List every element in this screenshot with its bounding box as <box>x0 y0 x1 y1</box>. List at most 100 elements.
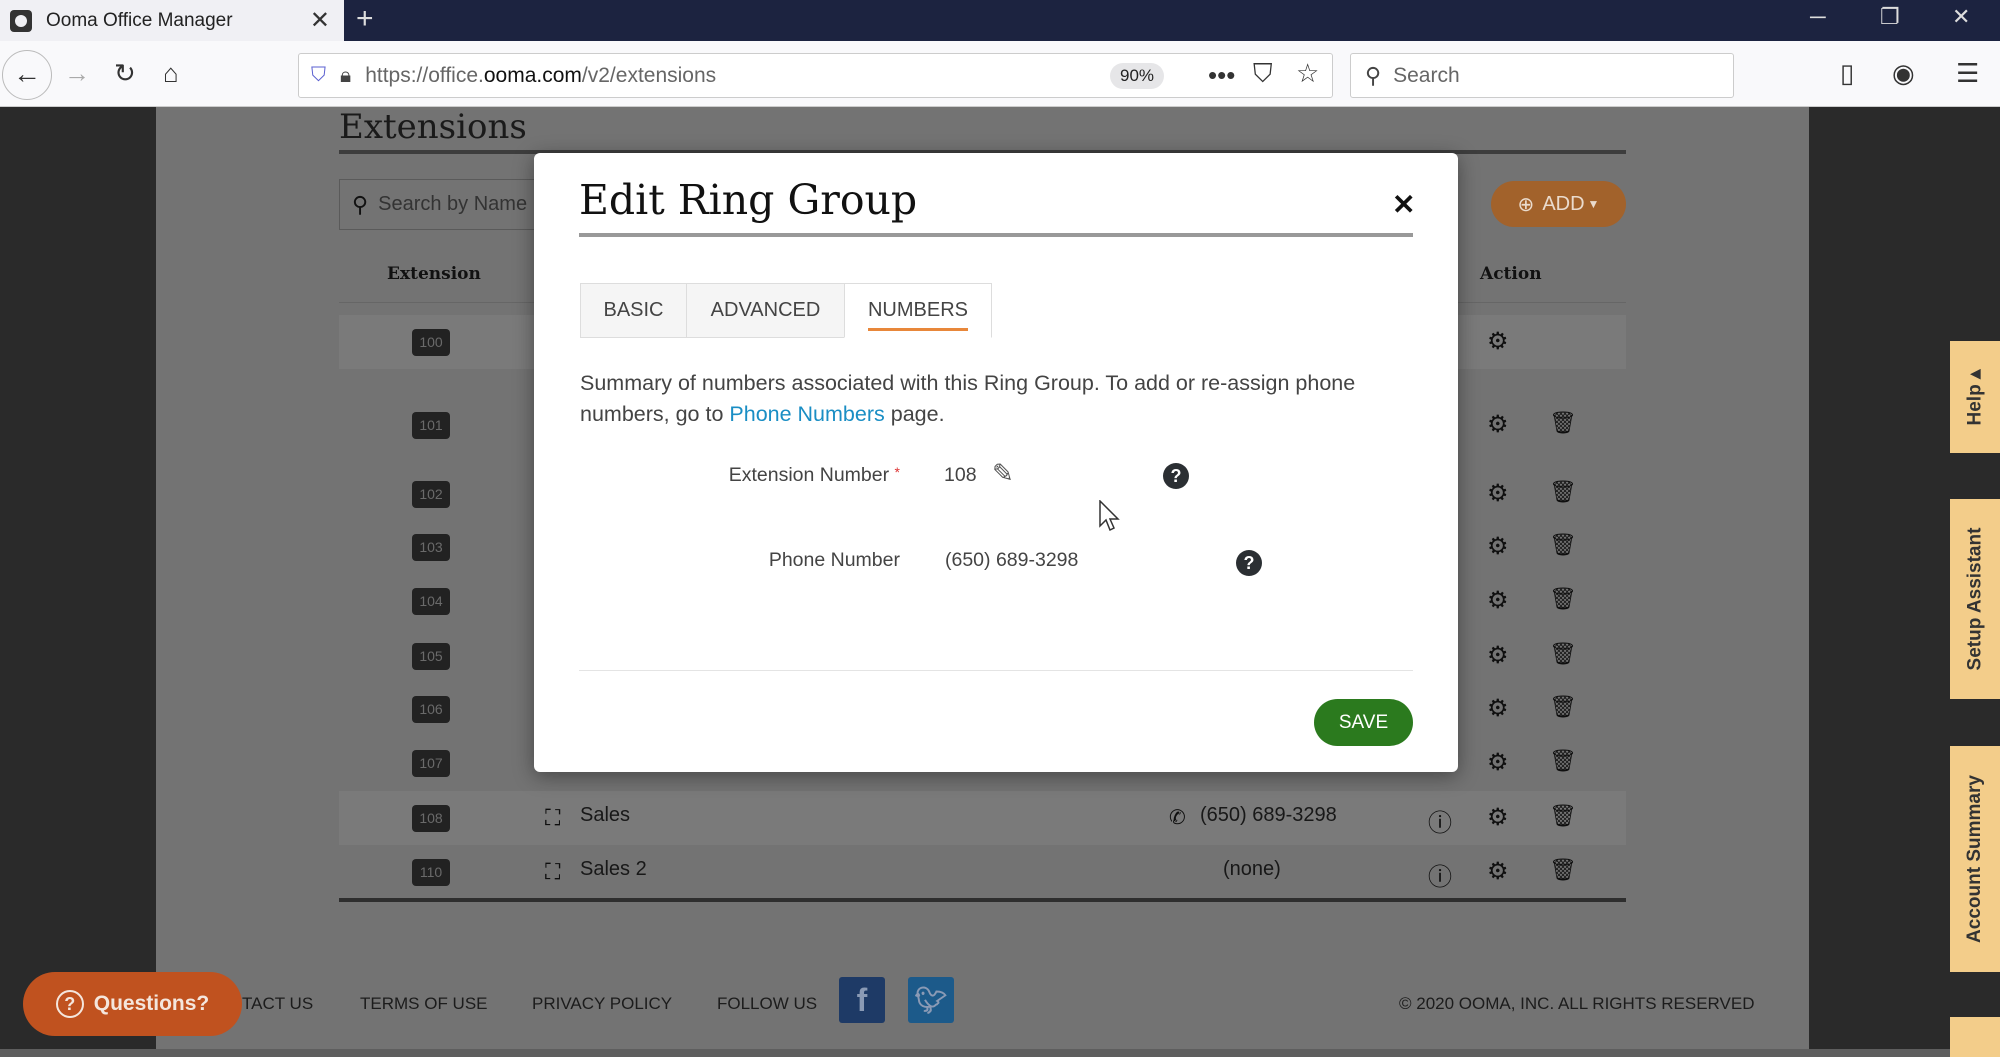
footer-privacy-link[interactable]: PRIVACY POLICY <box>532 994 672 1014</box>
footer-terms-link[interactable]: TERMS OF USE <box>360 994 488 1014</box>
extension-badge: 106 <box>412 696 450 723</box>
trash-icon[interactable]: 🗑︎ <box>1549 857 1577 883</box>
modal-footer-divider <box>579 670 1413 671</box>
pencil-edit-icon[interactable]: ✎ <box>992 458 1014 489</box>
modal-title: Edit Ring Group <box>579 176 918 224</box>
search-icon: ⚲ <box>1365 62 1382 88</box>
home-icon[interactable]: ⌂ <box>163 60 179 86</box>
row-number: (none) <box>1223 858 1281 880</box>
trash-icon[interactable]: 🗑︎ <box>1549 748 1577 774</box>
gear-icon[interactable]: ⚙ <box>1487 410 1509 439</box>
questions-label: Questions? <box>93 992 210 1015</box>
lock-icon: 🔒︎ <box>340 63 352 87</box>
phone-numbers-link[interactable]: Phone Numbers <box>729 402 884 426</box>
back-icon[interactable]: ← <box>2 50 52 100</box>
close-icon[interactable]: ✕ <box>1392 188 1415 221</box>
browser-tab[interactable]: Ooma Office Manager ✕ <box>0 0 344 41</box>
ooma-favicon-icon <box>10 9 32 32</box>
gear-icon[interactable]: ⚙ <box>1487 748 1509 777</box>
sidebar-icon[interactable]: ▯ <box>1840 60 1854 86</box>
reload-icon[interactable]: ↻ <box>114 60 136 86</box>
tab-numbers-label: NUMBERS <box>867 299 968 331</box>
add-button[interactable]: ⊕ ADD ▼ <box>1491 181 1626 227</box>
row-number: (650) 689-3298 <box>1200 804 1337 826</box>
extension-badge: 103 <box>412 534 450 561</box>
numbers-summary: Summary of numbers associated with this … <box>580 368 1400 430</box>
zoom-level[interactable]: 90% <box>1110 63 1165 89</box>
search-icon: ⚲ <box>352 191 369 217</box>
help-question-icon[interactable]: ? <box>1163 463 1189 489</box>
facebook-logo: f <box>856 982 868 1018</box>
search-placeholder: Search by Name <box>378 193 528 215</box>
summary-text-end: page. <box>884 402 945 426</box>
bookmark-star-icon[interactable]: ☆ <box>1296 60 1319 86</box>
footer-contact-link[interactable]: TACT US <box>242 994 313 1014</box>
trash-icon[interactable]: 🗑︎ <box>1549 641 1577 667</box>
minimize-icon[interactable]: ─ <box>1810 4 1826 30</box>
help-side-tab[interactable]: Help ▴ <box>1950 341 2000 453</box>
account-icon[interactable]: ◉ <box>1892 60 1915 86</box>
gear-icon[interactable]: ⚙ <box>1487 479 1509 508</box>
tab-basic[interactable]: BASIC <box>580 283 687 338</box>
gear-icon[interactable]: ⚙ <box>1487 694 1509 723</box>
help-label: Help ▴ <box>1964 369 1986 425</box>
phone-number-value: (650) 689-3298 <box>945 549 1079 571</box>
extension-badge: 104 <box>412 588 450 615</box>
row-name[interactable]: Sales <box>580 804 630 827</box>
row-name[interactable]: Sales 2 <box>580 858 647 881</box>
account-label: Account Summary <box>1964 775 1985 943</box>
extension-badge: 110 <box>412 859 450 886</box>
table-row: 108 ⛶ Sales ✆ (650) 689-3298 ⓘ ⚙ 🗑︎ <box>339 791 1626 845</box>
trash-icon[interactable]: 🗑︎ <box>1549 532 1577 558</box>
search-placeholder: Search <box>1393 63 1460 87</box>
twitter-icon[interactable]: 🐦︎ <box>908 977 954 1023</box>
extension-badge: 102 <box>412 481 450 508</box>
tab-advanced[interactable]: ADVANCED <box>686 283 845 338</box>
help-question-icon[interactable]: ? <box>1236 550 1262 576</box>
extension-label-text: Extension Number <box>728 464 890 486</box>
ring-group-icon: ⛶ <box>545 805 561 830</box>
gear-icon[interactable]: ⚙ <box>1487 532 1509 561</box>
caret-down-icon: ▼ <box>1587 197 1600 211</box>
trash-icon[interactable]: 🗑︎ <box>1549 694 1577 720</box>
questions-button[interactable]: ? Questions? <box>23 972 242 1036</box>
url-host: ooma.com <box>483 63 582 87</box>
extension-badge: 101 <box>412 412 450 439</box>
gear-icon[interactable]: ⚙ <box>1487 641 1509 670</box>
gear-icon[interactable]: ⚙ <box>1487 327 1509 356</box>
restore-icon[interactable]: ❐ <box>1880 4 1900 30</box>
account-summary-side-tab[interactable]: Account Summary <box>1950 746 2000 972</box>
gear-icon[interactable]: ⚙ <box>1487 803 1509 832</box>
copyright: © 2020 OOMA, INC. ALL RIGHTS RESERVED <box>1399 994 1755 1013</box>
close-window-icon[interactable]: ✕ <box>1952 4 1970 30</box>
info-icon[interactable]: ⓘ <box>1428 803 1452 838</box>
forward-icon[interactable]: → <box>64 60 90 86</box>
more-actions-icon[interactable]: ••• <box>1208 62 1235 88</box>
new-tab-icon[interactable]: + <box>356 2 374 36</box>
column-header-action: Action <box>1480 264 1542 284</box>
phone-number-label: Phone Number <box>768 549 900 571</box>
collapsed-side-tab[interactable] <box>1950 1017 2000 1057</box>
browser-search-input[interactable]: ⚲ Search <box>1350 53 1734 98</box>
trash-icon[interactable]: 🗑︎ <box>1549 803 1577 829</box>
gear-icon[interactable]: ⚙ <box>1487 586 1509 615</box>
tab-numbers[interactable]: NUMBERS <box>844 283 992 338</box>
pocket-icon[interactable]: ⛉ <box>1253 60 1273 86</box>
close-tab-icon[interactable]: ✕ <box>310 6 330 35</box>
mouse-cursor-icon <box>1099 500 1120 532</box>
url-bar[interactable]: ⛉ 🔒︎ https://office. ooma.com/v2/extensio… <box>298 53 1333 98</box>
trash-icon[interactable]: 🗑︎ <box>1549 586 1577 612</box>
save-button[interactable]: SAVE <box>1314 699 1413 746</box>
column-header-extension: Extension <box>387 264 481 284</box>
extension-badge: 107 <box>412 750 450 777</box>
trash-icon[interactable]: 🗑︎ <box>1549 479 1577 505</box>
setup-assistant-side-tab[interactable]: Setup Assistant <box>1950 499 2000 699</box>
menu-icon[interactable]: ☰ <box>1956 60 1979 86</box>
facebook-icon[interactable]: f <box>839 977 885 1023</box>
url-prefix: https://office. <box>365 63 484 87</box>
gear-icon[interactable]: ⚙ <box>1487 857 1509 886</box>
extension-search-input[interactable]: ⚲ Search by Name <box>339 179 559 230</box>
required-mark: * <box>894 464 900 480</box>
info-icon[interactable]: ⓘ <box>1428 857 1452 892</box>
trash-icon[interactable]: 🗑︎ <box>1549 410 1577 436</box>
